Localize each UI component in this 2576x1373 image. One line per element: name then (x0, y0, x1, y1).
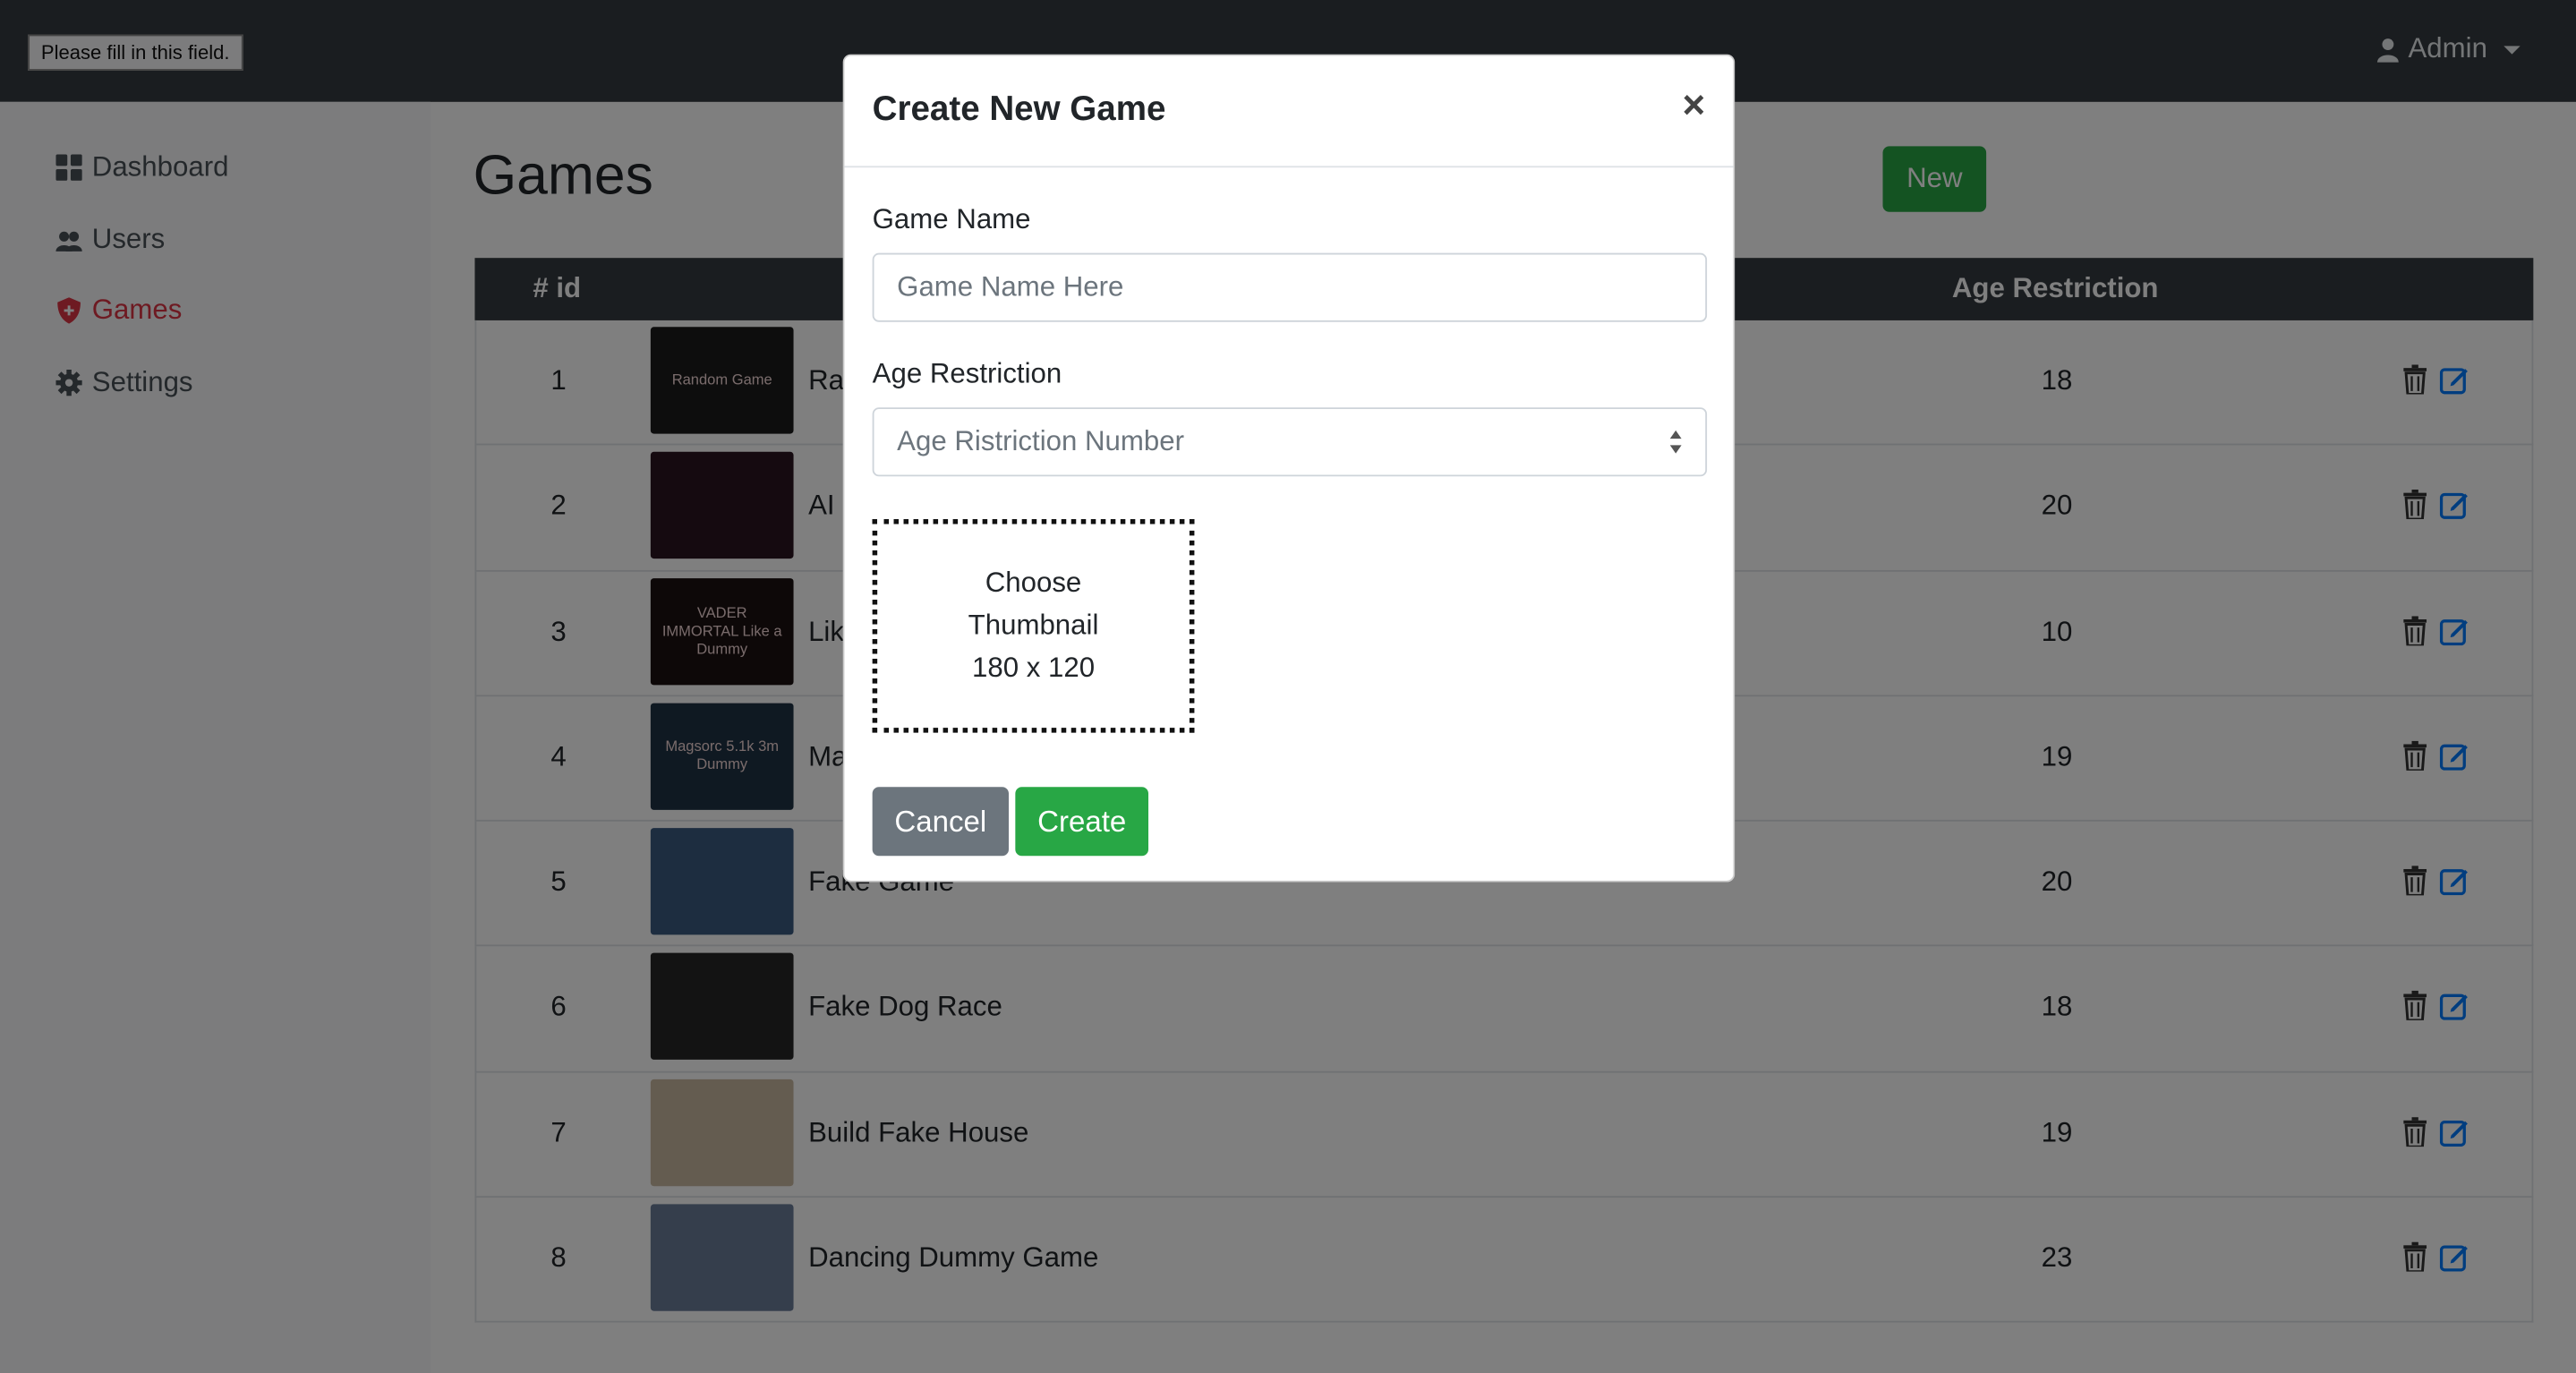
cancel-button[interactable]: Cancel (872, 787, 1009, 857)
game-name-label: Game Name (872, 203, 1031, 235)
thumbnail-picker[interactable]: Choose Thumbnail 180 x 120 (872, 519, 1195, 733)
thumbnail-line-choose: Choose (985, 567, 1082, 599)
modal-header: Create New Game × (844, 55, 1734, 168)
close-icon[interactable]: × (1683, 86, 1706, 126)
spinner-arrows-icon[interactable] (1669, 429, 1683, 455)
age-field-wrapper (844, 407, 1733, 477)
thumbnail-line-size: 180 x 120 (971, 652, 1096, 684)
create-button[interactable]: Create (1015, 787, 1149, 857)
create-game-modal: Create New Game × Game Name Age Restrict… (842, 54, 1736, 883)
game-name-input[interactable] (872, 252, 1708, 322)
age-restriction-label: Age Restriction (872, 358, 1062, 390)
thumbnail-line-thumbnail: Thumbnail (968, 609, 1099, 641)
thumbnail-picker-text: Choose Thumbnail 180 x 120 (968, 562, 1099, 690)
app-stage: s Please fill in this field. Admin Dashb… (0, 0, 2576, 1373)
age-restriction-input[interactable] (872, 407, 1708, 477)
modal-title: Create New Game (872, 90, 1166, 129)
